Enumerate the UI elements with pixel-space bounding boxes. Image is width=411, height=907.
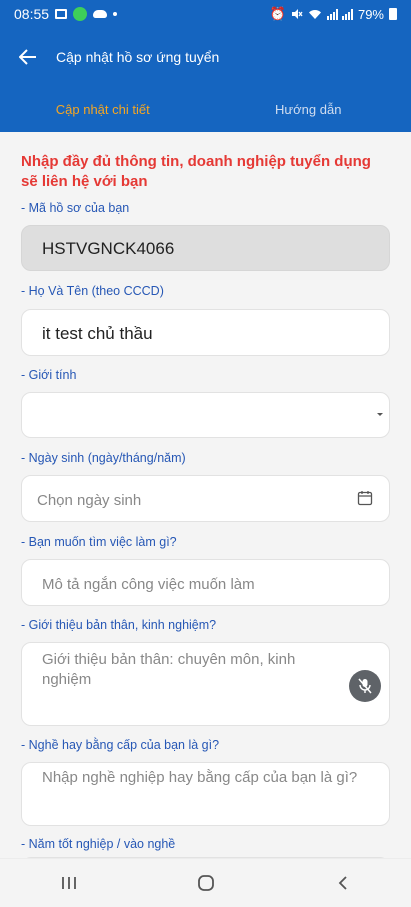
mic-off-icon bbox=[358, 678, 372, 694]
wifi-icon bbox=[308, 9, 321, 19]
back-button[interactable] bbox=[0, 28, 56, 86]
degree-placeholder: Nhập nghề nghiệp hay bằng cấp của bạn là… bbox=[42, 769, 358, 786]
tab-bar: Cập nhật chi tiết Hướng dẫn bbox=[0, 86, 411, 132]
job-wanted-label: - Bạn muốn tìm việc làm gì? bbox=[21, 535, 177, 549]
home-icon bbox=[197, 875, 214, 891]
gender-select[interactable] bbox=[21, 392, 390, 438]
birthday-picker[interactable]: Chọn ngày sinh bbox=[21, 475, 390, 522]
grad-year-label: - Năm tốt nghiệp / vào nghề bbox=[21, 837, 176, 851]
status-time: 08:55 bbox=[14, 6, 50, 22]
more-notifications-icon bbox=[113, 12, 118, 16]
page-title: Cập nhật hồ sơ ứng tuyển bbox=[56, 49, 220, 65]
calendar-icon[interactable] bbox=[357, 490, 373, 506]
intro-label: - Giới thiệu bản thân, kinh nghiệm? bbox=[21, 618, 217, 632]
form-content: Nhập đầy đủ thông tin, doanh nghiệp tuyể… bbox=[0, 132, 411, 858]
full-name-input[interactable]: it test chủ thầu bbox=[21, 309, 390, 356]
arrow-left-icon bbox=[19, 49, 36, 65]
profile-code-field: HSTVGNCK4066 bbox=[21, 225, 390, 271]
profile-code-label: - Mã hồ sơ của bạn bbox=[21, 201, 130, 215]
mic-button[interactable] bbox=[349, 670, 381, 702]
alarm-icon: ⏰ bbox=[269, 6, 286, 21]
degree-label: - Nghề hay bằng cấp của bạn là gì? bbox=[21, 738, 220, 752]
intro-placeholder: Giới thiệu bản thân: chuyên môn, kinh ng… bbox=[42, 651, 296, 688]
birthday-label: - Ngày sinh (ngày/tháng/năm) bbox=[21, 451, 186, 465]
app-notification-icon bbox=[73, 7, 88, 21]
mute-icon bbox=[291, 9, 303, 19]
degree-textarea[interactable]: Nhập nghề nghiệp hay bằng cấp của bạn là… bbox=[21, 762, 390, 826]
recent-apps-button[interactable] bbox=[39, 863, 99, 903]
cloud-icon bbox=[93, 10, 108, 18]
app-bar: Cập nhật hồ sơ ứng tuyển bbox=[0, 28, 411, 86]
gender-label: - Giới tính bbox=[21, 368, 77, 382]
battery-percent: 79% bbox=[357, 6, 384, 22]
tab-guide[interactable]: Hướng dẫn bbox=[206, 86, 411, 132]
job-wanted-input[interactable]: Mô tả ngắn công việc muốn làm bbox=[21, 559, 390, 606]
intro-textarea[interactable]: Giới thiệu bản thân: chuyên môn, kinh ng… bbox=[21, 642, 390, 726]
recent-apps-icon bbox=[61, 877, 76, 889]
system-back-button[interactable] bbox=[313, 863, 373, 903]
battery-icon bbox=[389, 8, 397, 20]
full-name-label: - Họ Và Tên (theo CCCD) bbox=[21, 284, 164, 298]
gallery-icon bbox=[55, 9, 68, 19]
form-notice: Nhập đầy đủ thông tin, doanh nghiệp tuyể… bbox=[21, 153, 371, 190]
profile-code-value: HSTVGNCK4066 bbox=[42, 239, 175, 258]
tab-update-details[interactable]: Cập nhật chi tiết bbox=[0, 86, 206, 132]
status-bar: 08:55 ⏰ 79% bbox=[0, 0, 411, 28]
signal-icon bbox=[326, 8, 353, 20]
home-button[interactable] bbox=[176, 863, 236, 903]
system-nav-bar bbox=[0, 858, 411, 907]
job-wanted-placeholder: Mô tả ngắn công việc muốn làm bbox=[42, 576, 255, 593]
birthday-placeholder: Chọn ngày sinh bbox=[37, 492, 142, 509]
dropdown-caret-icon bbox=[377, 413, 383, 416]
chevron-left-icon bbox=[338, 876, 347, 890]
full-name-value: it test chủ thầu bbox=[42, 324, 153, 343]
